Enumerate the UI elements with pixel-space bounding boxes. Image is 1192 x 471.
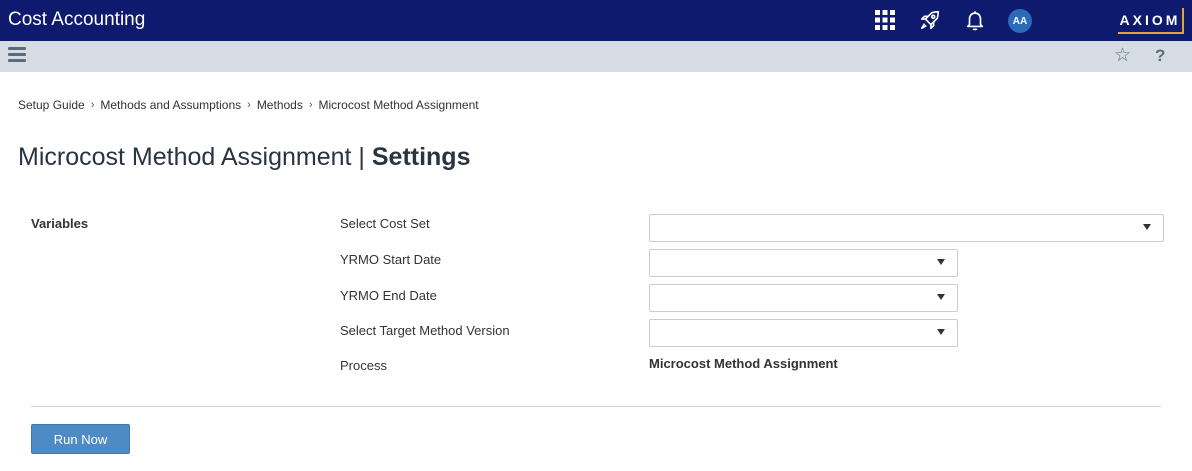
breadcrumb-methods-and-assumptions[interactable]: Methods and Assumptions xyxy=(100,98,241,112)
process-value: Microcost Method Assignment xyxy=(649,356,838,371)
caret-down-icon xyxy=(937,294,945,300)
page-title-main: Microcost Method Assignment | xyxy=(18,143,372,171)
hamburger-icon[interactable] xyxy=(8,47,26,65)
cost-set-dropdown[interactable] xyxy=(649,214,1164,242)
breadcrumb-setup-guide[interactable]: Setup Guide xyxy=(18,98,85,112)
process-label: Process xyxy=(340,358,387,373)
variables-section-label: Variables xyxy=(31,216,89,231)
top-app-bar: Cost Accounting AA AXIOM xyxy=(0,0,1192,41)
apps-grid-icon[interactable] xyxy=(873,8,897,32)
cost-set-label: Select Cost Set xyxy=(340,216,430,231)
breadcrumb-current-page: Microcost Method Assignment xyxy=(318,98,479,112)
caret-down-icon xyxy=(937,259,945,265)
rocket-icon[interactable] xyxy=(918,8,942,32)
star-icon[interactable]: ☆ xyxy=(1114,46,1131,66)
app-title: Cost Accounting xyxy=(8,9,146,30)
page-title: Microcost Method Assignment | Settings xyxy=(18,143,470,172)
breadcrumb-separator: › xyxy=(308,99,313,111)
yrmo-end-date-label: YRMO End Date xyxy=(340,288,437,303)
secondary-toolbar: ☆ ? xyxy=(0,41,1192,72)
run-now-button[interactable]: Run Now xyxy=(31,424,130,454)
section-divider xyxy=(31,406,1161,407)
axiom-logo: AXIOM xyxy=(1118,8,1184,34)
user-avatar[interactable]: AA xyxy=(1008,9,1032,33)
target-method-version-dropdown[interactable] xyxy=(649,319,958,347)
yrmo-start-date-label: YRMO Start Date xyxy=(340,252,442,267)
help-icon[interactable]: ? xyxy=(1155,46,1165,66)
target-method-version-label: Select Target Method Version xyxy=(340,323,510,338)
bell-icon[interactable] xyxy=(963,8,987,32)
breadcrumb-methods[interactable]: Methods xyxy=(257,98,303,112)
caret-down-icon xyxy=(937,329,945,335)
breadcrumb-separator: › xyxy=(247,99,251,111)
breadcrumb-separator: › xyxy=(90,99,95,111)
page-title-bold: Settings xyxy=(371,143,471,171)
yrmo-start-date-dropdown[interactable] xyxy=(649,249,958,277)
breadcrumb: Setup Guide › Methods and Assumptions › … xyxy=(18,98,479,112)
caret-down-icon xyxy=(1143,224,1151,230)
yrmo-end-date-dropdown[interactable] xyxy=(649,284,958,312)
